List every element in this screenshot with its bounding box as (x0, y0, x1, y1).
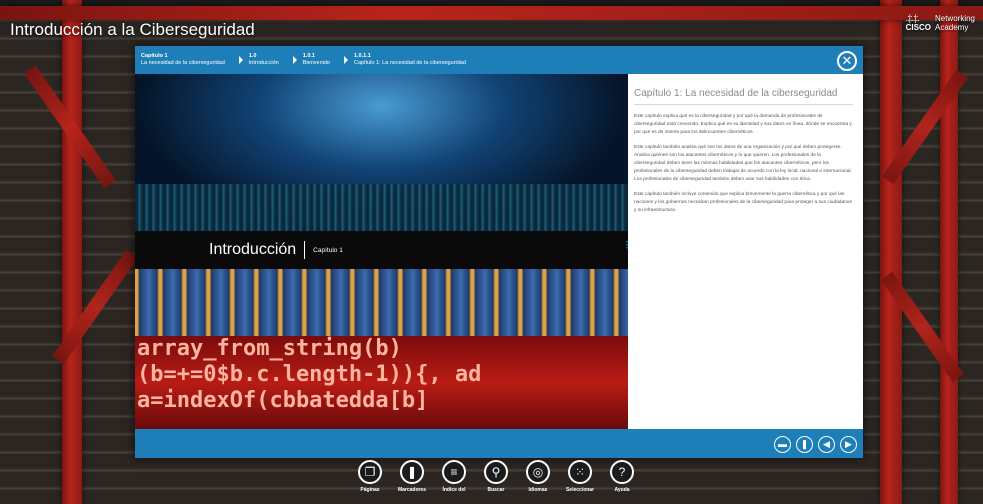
app-title: Introducción a la Ciberseguridad (10, 20, 255, 39)
cisco-bars-icon: .:|:.:|:. (905, 13, 920, 23)
tool-label: Páginas (360, 487, 380, 493)
bookmark-icon[interactable]: ❚ (796, 436, 813, 453)
search-icon: ⚲ (484, 460, 508, 484)
toolbar-select-button[interactable]: ⁙ Seleccionar (565, 460, 595, 504)
crumb-number: 1.0.1 (302, 53, 315, 59)
tool-label: Marcadores (397, 487, 427, 493)
toolbar-index-button[interactable]: ≡ Índice del (439, 460, 469, 504)
tool-label: Índice del (442, 487, 466, 493)
code-line: a=indexOf(cbbatedda[b] (137, 388, 429, 413)
next-page-icon[interactable]: ▶ (840, 436, 857, 453)
crumb-number: 1.0.1.1 (353, 53, 371, 59)
crumb-label: Introducción (248, 60, 279, 66)
breadcrumb: Capítulo 1 La necesidad de la cibersegur… (135, 46, 863, 74)
tool-label: Ayuda (614, 487, 630, 493)
girder-top (0, 6, 983, 20)
crumb-label: Capítulo 1: La necesidad de la cibersegu… (353, 60, 466, 66)
breadcrumb-item[interactable]: 1.0.1 Bienvenido (303, 53, 330, 67)
crumb-number: Capítulo 1 (141, 53, 168, 59)
breadcrumb-item[interactable]: 1.0.1.1 Capítulo 1: La necesidad de la c… (354, 53, 466, 67)
toolbar-pages-button[interactable]: ❐ Páginas (355, 460, 385, 504)
girder-right-1 (880, 0, 902, 504)
crumb-arrow-icon (238, 56, 243, 64)
index-icon: ≡ (442, 460, 466, 484)
cables-graphic (135, 269, 628, 344)
crumb-arrow-icon (343, 56, 348, 64)
cisco-word: CISCO (905, 23, 931, 32)
crumb-label: Bienvenido (302, 60, 330, 66)
hero-title: Introducción (209, 241, 306, 259)
comment-icon[interactable]: ▬ (774, 436, 791, 453)
paragraph: Este capítulo también incluye contenido … (634, 192, 852, 213)
help-icon: ? (610, 460, 634, 484)
toolbar-bookmarks-button[interactable]: ❚ Marcadores (397, 460, 427, 504)
code-line: array_from_string(b) (137, 336, 402, 361)
close-icon[interactable]: ✕ (837, 51, 857, 71)
languages-icon: ◎ (526, 460, 550, 484)
content-modal: Capítulo 1 La necesidad de la cibersegur… (135, 46, 863, 458)
crumb-arrow-icon (292, 56, 297, 64)
hero-banner: Introducción Capítulo 1 (135, 231, 628, 269)
code-line: (b=+=0$b.c.length-1)){, ad (137, 362, 482, 387)
panel-title: Capítulo 1: La necesidad de la cibersegu… (634, 88, 853, 105)
page-nav: ▬ ❚ ◀ ▶ (774, 436, 857, 453)
bookmarks-icon: ❚ (400, 460, 424, 484)
paragraph: Este capítulo explica qué es la ciberseg… (634, 114, 852, 135)
crumb-label: La necesidad de la ciberseguridad (141, 60, 225, 66)
hero-subtitle: Capítulo 1 (313, 246, 343, 254)
tool-label: Idiomas (528, 487, 548, 493)
breadcrumb-item[interactable]: Capítulo 1 La necesidad de la cibersegur… (141, 53, 225, 67)
previous-page-icon[interactable]: ◀ (818, 436, 835, 453)
text-panel: Capítulo 1: La necesidad de la cibersegu… (626, 74, 863, 429)
cisco-logo: .:|:.:|:. CISCO Networking Academy (905, 13, 975, 33)
more-dots-icon[interactable]: • • • (626, 240, 628, 252)
pages-icon: ❐ (358, 460, 382, 484)
girder-left (62, 0, 82, 504)
bottom-toolbar: ❐ Páginas ❚ Marcadores ≡ Índice del ⚲ Bu… (355, 460, 637, 504)
paragraph: Este capítulo también analiza qué son lo… (634, 145, 852, 182)
select-icon: ⁙ (568, 460, 592, 484)
brand-line-2: Academy (934, 23, 969, 32)
tool-label: Seleccionar (565, 487, 595, 493)
tool-label: Buscar (487, 487, 505, 493)
toolbar-languages-button[interactable]: ◎ Idiomas (523, 460, 553, 504)
toolbar-help-button[interactable]: ? Ayuda (607, 460, 637, 504)
toolbar-search-button[interactable]: ⚲ Buscar (481, 460, 511, 504)
breadcrumb-item[interactable]: 1.0 Introducción (249, 53, 279, 67)
brand-line-1: Networking (934, 14, 975, 23)
hero-image: Introducción Capítulo 1 array_from_strin… (135, 74, 628, 429)
code-graphic: array_from_string(b) (b=+=0$b.c.length-1)… (135, 336, 628, 429)
crumb-number: 1.0 (248, 53, 257, 59)
